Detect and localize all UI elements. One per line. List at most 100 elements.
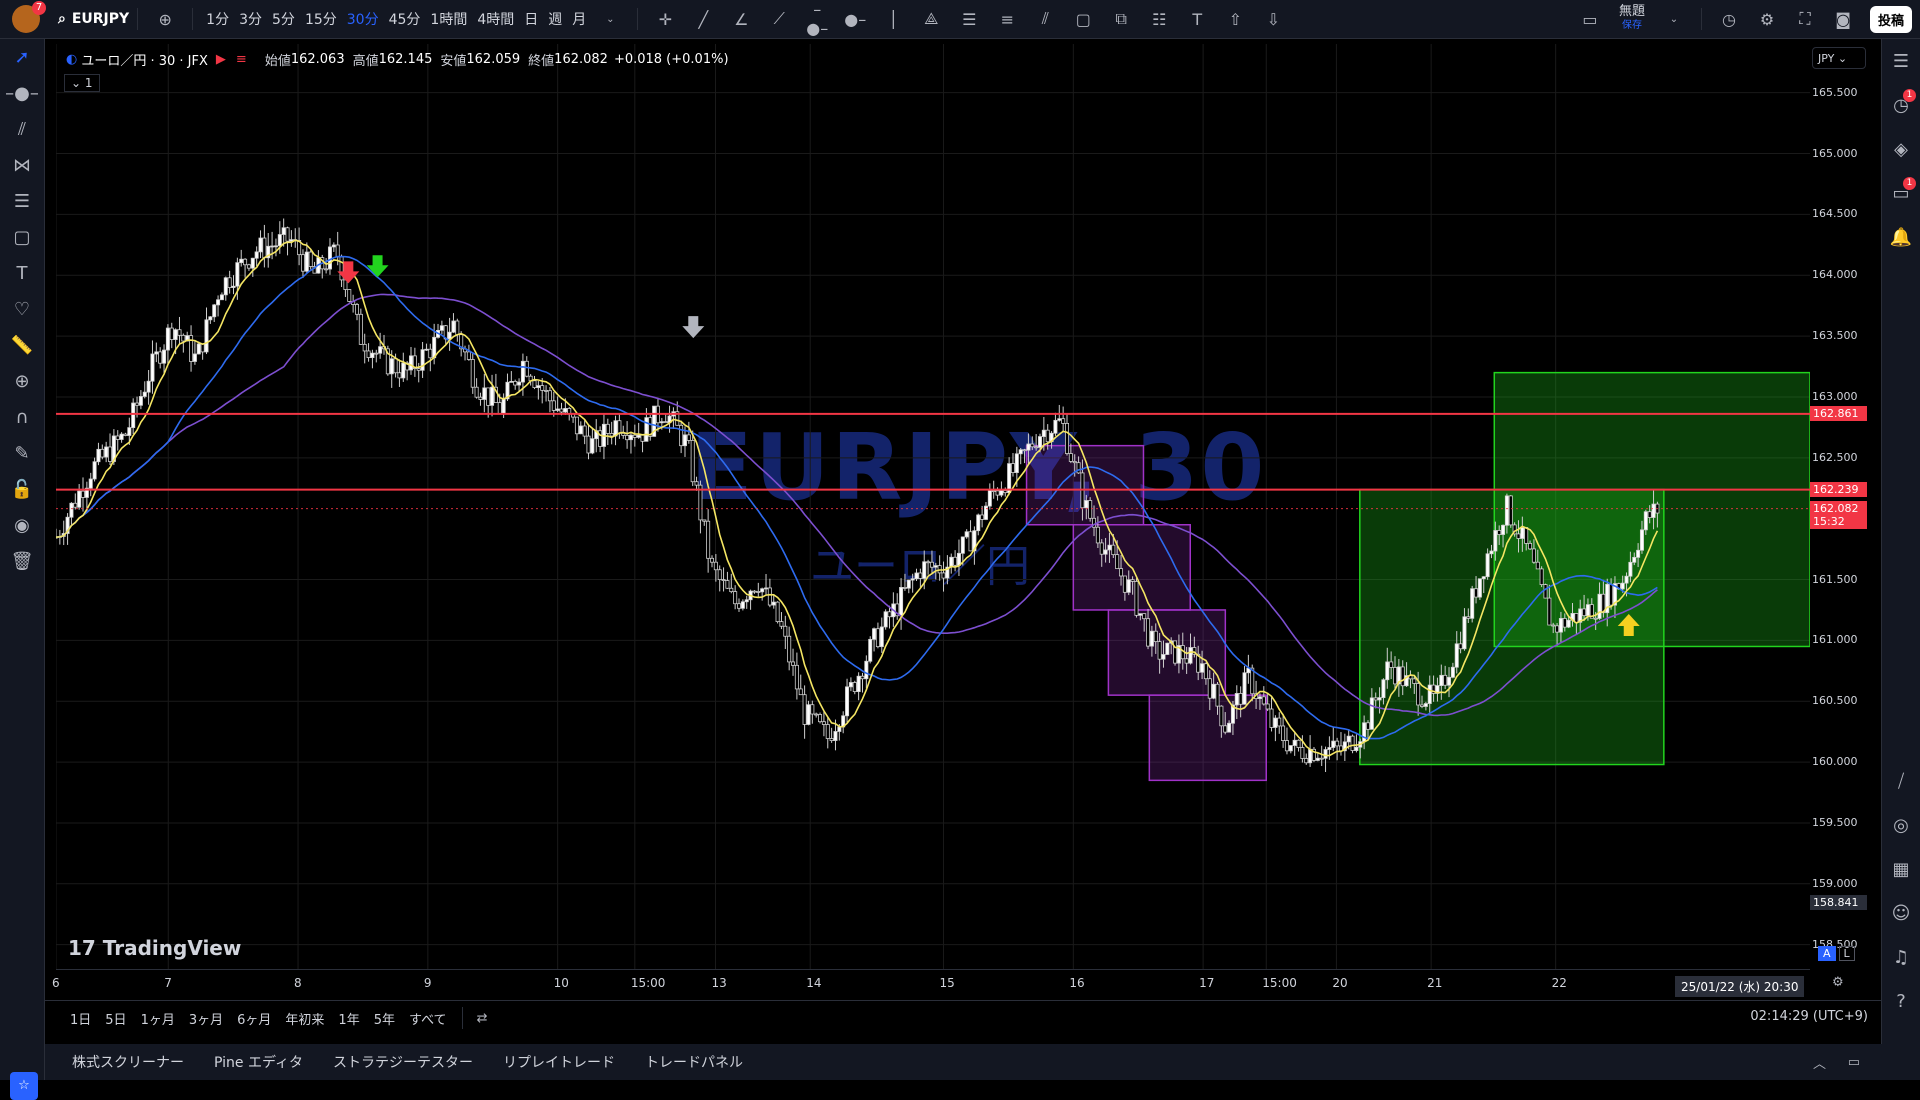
- candle: [1524, 527, 1529, 544]
- horizontal-line-icon[interactable]: –●–: [804, 0, 830, 38]
- trend-line-icon[interactable]: ╱: [690, 10, 716, 29]
- maximize-icon[interactable]: ▭: [1848, 1055, 1860, 1070]
- zoom-icon[interactable]: ⊕: [0, 363, 44, 399]
- fib-icon[interactable]: ☰: [0, 183, 44, 219]
- text-icon[interactable]: T: [0, 255, 44, 291]
- goto-date-icon[interactable]: ⇄: [477, 1011, 488, 1026]
- vertical-line-icon[interactable]: │: [880, 10, 906, 29]
- range-1[interactable]: 5日: [105, 1009, 126, 1028]
- candle: [482, 387, 487, 400]
- crosshair-icon[interactable]: ✛: [652, 10, 678, 29]
- range-6[interactable]: 1年: [338, 1009, 359, 1028]
- candle: [235, 262, 240, 287]
- eye-icon[interactable]: ◉: [0, 507, 44, 543]
- timeframe-2[interactable]: 5分: [272, 9, 295, 29]
- target-icon[interactable]: ◎: [1882, 803, 1920, 847]
- alert-clock-icon[interactable]: ◷: [1716, 10, 1742, 29]
- timeframe-6[interactable]: 1時間: [430, 9, 467, 29]
- gann-icon[interactable]: ≡: [994, 10, 1020, 29]
- alerts-icon[interactable]: ◷ 1: [1882, 83, 1920, 127]
- currency-select[interactable]: JPY ⌄: [1812, 47, 1866, 69]
- range-0[interactable]: 1日: [70, 1009, 91, 1028]
- range-2[interactable]: 1ヶ月: [141, 1009, 175, 1028]
- panel-tab-4[interactable]: トレードパネル: [645, 1052, 743, 1072]
- collapse-icon[interactable]: ︿: [1813, 1053, 1826, 1072]
- timeframe-7[interactable]: 4時間: [477, 9, 514, 29]
- ruler-icon[interactable]: 📏: [0, 327, 44, 363]
- notifications-icon[interactable]: 🔔: [1882, 215, 1920, 259]
- symbol-search[interactable]: ⌕ EURJPY: [58, 11, 129, 27]
- people-icon[interactable]: ☺: [1882, 891, 1920, 935]
- horizontal-line-icon[interactable]: –●–: [0, 75, 44, 111]
- price-tick-label: 165.000: [1812, 146, 1858, 160]
- ray-icon[interactable]: ⟋: [766, 9, 792, 29]
- timeframe-0[interactable]: 1分: [206, 9, 229, 29]
- regression-icon[interactable]: ⧉: [1108, 9, 1134, 29]
- panel-tab-0[interactable]: 株式スクリーナー: [72, 1052, 184, 1072]
- fib-retracement-icon[interactable]: ☰: [956, 10, 982, 29]
- log-scale-button[interactable]: L: [1838, 946, 1855, 961]
- arrow-up-icon[interactable]: ⇧: [1222, 10, 1248, 29]
- pine-icon[interactable]: ⧸: [1882, 759, 1920, 803]
- settings-icon[interactable]: ⚙: [1754, 10, 1780, 29]
- timeframe-5[interactable]: 45分: [389, 9, 421, 29]
- timeframe-1[interactable]: 3分: [239, 9, 262, 29]
- timeframe-3[interactable]: 15分: [305, 9, 337, 29]
- range-icon[interactable]: ☷: [1146, 10, 1172, 29]
- candle: [987, 490, 992, 507]
- flag-icon[interactable]: ▶: [216, 52, 226, 67]
- range-8[interactable]: すべて: [409, 1009, 447, 1028]
- range-4[interactable]: 6ヶ月: [237, 1009, 271, 1028]
- price-chart[interactable]: [56, 44, 1810, 969]
- watchlist-icon[interactable]: ☰: [1882, 39, 1920, 83]
- trash-icon[interactable]: 🗑: [0, 543, 44, 579]
- chevron-down-icon[interactable]: ⌄: [597, 14, 623, 25]
- panel-tab-3[interactable]: リプレイトレード: [503, 1052, 615, 1072]
- camera-icon[interactable]: ◙: [1830, 10, 1856, 29]
- shapes-icon[interactable]: ▢: [0, 219, 44, 255]
- chat-icon[interactable]: ▭ 1: [1882, 171, 1920, 215]
- clock[interactable]: 02:14:29 (UTC+9): [1750, 1009, 1868, 1024]
- magnet-icon[interactable]: ∩: [0, 399, 44, 435]
- pattern-icon[interactable]: ⋈: [0, 147, 44, 183]
- layers-icon[interactable]: ◈: [1882, 127, 1920, 171]
- star-icon[interactable]: ☆: [10, 1072, 38, 1100]
- parallel-channel-icon[interactable]: ⫽: [1032, 9, 1058, 29]
- timeframe-8[interactable]: 日: [524, 9, 538, 29]
- calendar-icon[interactable]: ▦: [1882, 847, 1920, 891]
- stay-drawing-icon[interactable]: ✎: [0, 435, 44, 471]
- avatar[interactable]: 7: [12, 1, 46, 33]
- bell-icon[interactable]: ♫: [1882, 935, 1920, 979]
- rectangle-icon[interactable]: ▢: [1070, 10, 1096, 29]
- layout-icon[interactable]: ▭: [1577, 10, 1603, 29]
- arrow-down-icon[interactable]: ⇩: [1260, 10, 1286, 29]
- time-axis[interactable]: [56, 969, 1810, 1000]
- more-icon[interactable]: ≡: [236, 52, 247, 67]
- panel-tab-2[interactable]: ストラテジーテスター: [333, 1052, 473, 1072]
- timeframe-4[interactable]: 30分: [347, 9, 379, 29]
- range-7[interactable]: 5年: [374, 1009, 395, 1028]
- text-tool-icon[interactable]: T: [1184, 10, 1210, 29]
- auto-scale-button[interactable]: A: [1818, 946, 1836, 961]
- pattern-icon[interactable]: ⟁: [918, 9, 944, 29]
- save-button[interactable]: 無題 保存: [1619, 5, 1645, 33]
- trend-lines-icon[interactable]: ⫽: [0, 111, 44, 147]
- panel-tab-1[interactable]: Pine エディタ: [214, 1052, 303, 1072]
- fib-icon[interactable]: ∠: [728, 10, 754, 29]
- lock-icon[interactable]: 🔓: [0, 471, 44, 507]
- post-button[interactable]: 投稿: [1869, 5, 1912, 33]
- indicators-toggle[interactable]: ⌄ 1: [64, 74, 100, 92]
- timeframe-9[interactable]: 週: [548, 9, 562, 29]
- favorites-icon[interactable]: ♡: [0, 291, 44, 327]
- fullscreen-icon[interactable]: ⛶: [1792, 9, 1818, 29]
- candle: [775, 601, 780, 623]
- timeframe-10[interactable]: 月: [572, 9, 586, 29]
- horizontal-ray-icon[interactable]: ●–: [842, 10, 868, 29]
- axis-settings-icon[interactable]: ⚙: [1832, 975, 1844, 990]
- cursor-icon[interactable]: ➚: [0, 39, 44, 75]
- compare-add-icon[interactable]: ⊕: [152, 10, 178, 29]
- range-3[interactable]: 3ヶ月: [189, 1009, 223, 1028]
- range-5[interactable]: 年初来: [285, 1009, 324, 1028]
- chevron-down-icon[interactable]: ⌄: [1661, 14, 1687, 25]
- help-icon[interactable]: ?: [1882, 979, 1920, 1023]
